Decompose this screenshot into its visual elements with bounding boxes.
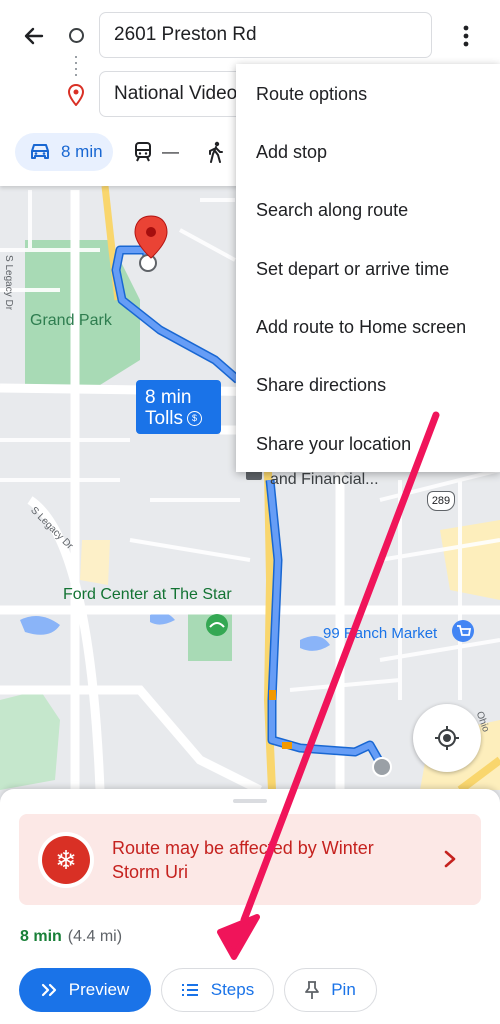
map-label-ford-center[interactable]: Ford Center at The Star: [63, 586, 232, 604]
menu-item-set-depart-arrive[interactable]: Set depart or arrive time: [256, 257, 449, 281]
origin-circle-icon: [69, 28, 84, 43]
bottom-sheet[interactable]: ❄ Route may be affected by Winter Storm …: [0, 789, 500, 1024]
shopping-cart-icon: [452, 620, 474, 642]
drive-time-label: 8 min: [61, 142, 103, 161]
menu-item-share-directions[interactable]: Share directions: [256, 373, 386, 397]
tab-transit[interactable]: —: [132, 133, 204, 171]
map-label-street: S Legacy Dr: [3, 255, 14, 311]
train-icon: [135, 142, 151, 162]
destination-pin-icon: [67, 84, 85, 106]
highway-shield-289: 289: [427, 491, 455, 511]
origin-input[interactable]: 2601 Preston Rd: [99, 12, 432, 58]
my-location-button[interactable]: [413, 704, 481, 772]
preview-label: Preview: [68, 980, 130, 999]
toll-icon: $: [187, 411, 203, 427]
map-label-grand-park[interactable]: Grand Park: [30, 312, 112, 330]
alert-message: Route may be affected by Winter Storm Ur…: [112, 838, 374, 882]
menu-item-add-stop[interactable]: Add stop: [256, 140, 327, 164]
walk-icon: [209, 141, 223, 163]
menu-item-route-options[interactable]: Route options: [256, 82, 367, 106]
tab-drive[interactable]: 8 min: [15, 133, 113, 171]
back-arrow-icon: [24, 27, 44, 45]
summary-time: 8 min: [20, 928, 62, 945]
pin-button[interactable]: Pin: [284, 968, 377, 1012]
route-summary: 8 min (4.4 mi): [20, 928, 122, 946]
car-icon: [31, 144, 49, 159]
stadium-icon: [206, 614, 228, 636]
tab-walk[interactable]: [206, 133, 238, 171]
overflow-menu: Route options Add stop Search along rout…: [236, 64, 500, 472]
route-dots-icon: [75, 56, 77, 76]
more-options-button[interactable]: [450, 20, 482, 52]
list-icon: [181, 984, 198, 996]
route-time-badge[interactable]: 8 min Tolls $: [136, 380, 221, 434]
route-origin-dot: [139, 254, 157, 272]
menu-item-add-to-home[interactable]: Add route to Home screen: [256, 315, 466, 339]
chevron-right-icon: [444, 850, 456, 868]
route-destination-dot: [372, 757, 392, 777]
pin-label: Pin: [331, 980, 356, 999]
crosshair-icon: [435, 726, 459, 750]
transit-time-label: —: [162, 142, 179, 161]
pushpin-icon: [305, 981, 320, 999]
route-badge-tolls: Tolls: [145, 408, 184, 429]
double-chevron-icon: [41, 983, 56, 997]
snowflake-icon: ❄: [42, 836, 90, 884]
preview-button[interactable]: Preview: [19, 968, 151, 1012]
menu-item-search-along-route[interactable]: Search along route: [256, 198, 408, 222]
route-badge-time: 8 min: [145, 387, 192, 408]
map-label-financial[interactable]: and Financial...: [270, 471, 379, 489]
summary-distance: (4.4 mi): [67, 928, 123, 945]
more-vert-icon: [463, 25, 469, 47]
weather-alert-card[interactable]: ❄ Route may be affected by Winter Storm …: [19, 814, 481, 905]
map-label-99-ranch-market[interactable]: 99 Ranch Market: [323, 625, 437, 642]
steps-button[interactable]: Steps: [161, 968, 274, 1012]
steps-label: Steps: [210, 980, 255, 999]
drag-handle[interactable]: [233, 799, 267, 803]
menu-item-share-location[interactable]: Share your location: [256, 432, 411, 456]
back-button[interactable]: [18, 20, 50, 52]
